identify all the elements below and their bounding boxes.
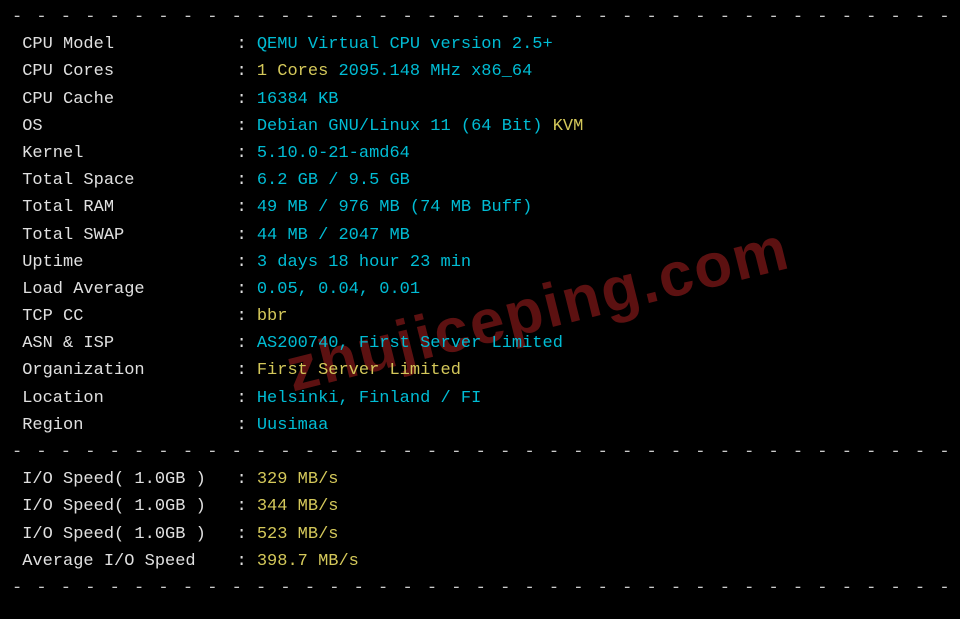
label-location: Location bbox=[12, 385, 236, 412]
label-io-speed-3: I/O Speed( 1.0GB ) bbox=[12, 521, 236, 548]
row-avg-io-speed: Average I/O Speed : 398.7 MB/s bbox=[12, 548, 948, 575]
value-cpu-cache: 16384 KB bbox=[257, 86, 339, 113]
label-cpu-cores: CPU Cores bbox=[12, 58, 236, 85]
divider-bottom: - - - - - - - - - - - - - - - - - - - - … bbox=[12, 575, 948, 602]
label-avg-io-speed: Average I/O Speed bbox=[12, 548, 236, 575]
value-region: Uusimaa bbox=[257, 412, 328, 439]
label-load-average: Load Average bbox=[12, 276, 236, 303]
row-organization: Organization : First Server Limited bbox=[12, 357, 948, 384]
value-total-space: 6.2 GB / 9.5 GB bbox=[257, 167, 410, 194]
label-organization: Organization bbox=[12, 357, 236, 384]
value-io-speed-1: 329 MB/s bbox=[257, 466, 339, 493]
label-region: Region bbox=[12, 412, 236, 439]
row-cpu-cores: CPU Cores : 1 Cores 2095.148 MHz x86_64 bbox=[12, 58, 948, 85]
row-total-swap: Total SWAP : 44 MB / 2047 MB bbox=[12, 222, 948, 249]
value-uptime: 3 days 18 hour 23 min bbox=[257, 249, 471, 276]
label-kernel: Kernel bbox=[12, 140, 236, 167]
value-load-average: 0.05, 0.04, 0.01 bbox=[257, 276, 420, 303]
row-cpu-model: CPU Model : QEMU Virtual CPU version 2.5… bbox=[12, 31, 948, 58]
divider-top: - - - - - - - - - - - - - - - - - - - - … bbox=[12, 4, 948, 31]
row-cpu-cache: CPU Cache : 16384 KB bbox=[12, 86, 948, 113]
row-total-ram: Total RAM : 49 MB / 976 MB (74 MB Buff) bbox=[12, 194, 948, 221]
value-total-ram: 49 MB / 976 MB (74 MB Buff) bbox=[257, 194, 532, 221]
value-asn-isp: AS200740, First Server Limited bbox=[257, 330, 563, 357]
value-os-virt: KVM bbox=[543, 113, 584, 140]
divider-middle: - - - - - - - - - - - - - - - - - - - - … bbox=[12, 439, 948, 466]
label-total-swap: Total SWAP bbox=[12, 222, 236, 249]
value-location: Helsinki, Finland / FI bbox=[257, 385, 481, 412]
value-avg-io-speed: 398.7 MB/s bbox=[257, 548, 359, 575]
value-organization: First Server Limited bbox=[257, 357, 461, 384]
label-cpu-model: CPU Model bbox=[12, 31, 236, 58]
value-io-speed-2: 344 MB/s bbox=[257, 493, 339, 520]
label-io-speed-2: I/O Speed( 1.0GB ) bbox=[12, 493, 236, 520]
value-total-swap: 44 MB / 2047 MB bbox=[257, 222, 410, 249]
row-os: OS : Debian GNU/Linux 11 (64 Bit) KVM bbox=[12, 113, 948, 140]
value-io-speed-3: 523 MB/s bbox=[257, 521, 339, 548]
row-io-speed-2: I/O Speed( 1.0GB ) : 344 MB/s bbox=[12, 493, 948, 520]
row-uptime: Uptime : 3 days 18 hour 23 min bbox=[12, 249, 948, 276]
value-os-main: Debian GNU/Linux 11 (64 Bit) bbox=[257, 113, 543, 140]
value-kernel: 5.10.0-21-amd64 bbox=[257, 140, 410, 167]
label-total-space: Total Space bbox=[12, 167, 236, 194]
value-cpu-cores-freq: 2095.148 MHz x86_64 bbox=[328, 58, 532, 85]
label-uptime: Uptime bbox=[12, 249, 236, 276]
row-total-space: Total Space : 6.2 GB / 9.5 GB bbox=[12, 167, 948, 194]
label-os: OS bbox=[12, 113, 236, 140]
label-cpu-cache: CPU Cache bbox=[12, 86, 236, 113]
label-io-speed-1: I/O Speed( 1.0GB ) bbox=[12, 466, 236, 493]
row-asn-isp: ASN & ISP : AS200740, First Server Limit… bbox=[12, 330, 948, 357]
row-tcp-cc: TCP CC : bbr bbox=[12, 303, 948, 330]
row-kernel: Kernel : 5.10.0-21-amd64 bbox=[12, 140, 948, 167]
row-io-speed-1: I/O Speed( 1.0GB ) : 329 MB/s bbox=[12, 466, 948, 493]
value-cpu-model: QEMU Virtual CPU version 2.5+ bbox=[257, 31, 553, 58]
value-tcp-cc: bbr bbox=[257, 303, 288, 330]
terminal-output: - - - - - - - - - - - - - - - - - - - - … bbox=[12, 4, 948, 602]
row-region: Region : Uusimaa bbox=[12, 412, 948, 439]
row-load-average: Load Average : 0.05, 0.04, 0.01 bbox=[12, 276, 948, 303]
row-location: Location : Helsinki, Finland / FI bbox=[12, 385, 948, 412]
label-tcp-cc: TCP CC bbox=[12, 303, 236, 330]
row-io-speed-3: I/O Speed( 1.0GB ) : 523 MB/s bbox=[12, 521, 948, 548]
label-total-ram: Total RAM bbox=[12, 194, 236, 221]
value-cpu-cores-count: 1 Cores bbox=[257, 58, 328, 85]
label-asn-isp: ASN & ISP bbox=[12, 330, 236, 357]
